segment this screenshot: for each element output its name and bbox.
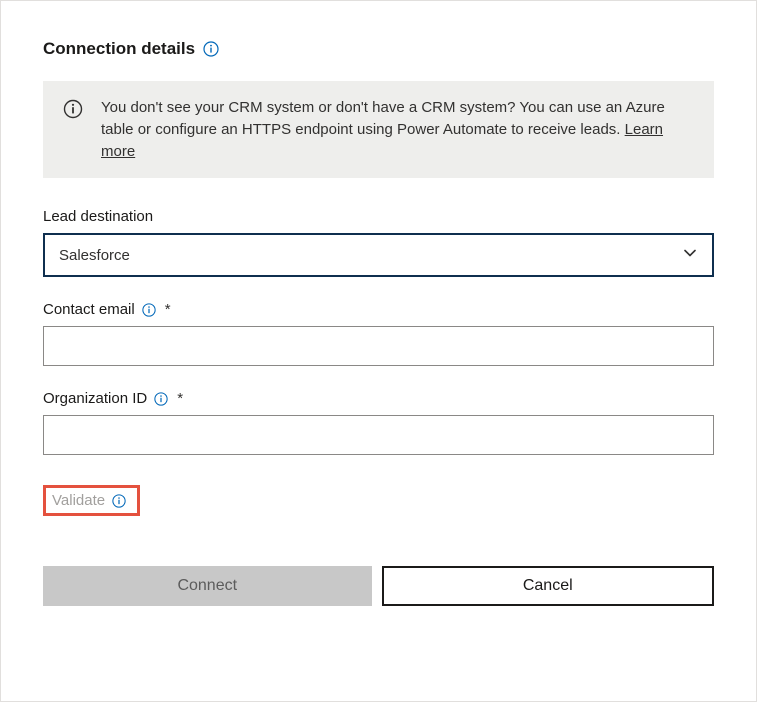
organization-id-input[interactable] bbox=[43, 415, 714, 455]
contact-email-field: Contact email * bbox=[43, 301, 714, 366]
connection-details-panel: Connection details You don't see your CR… bbox=[0, 0, 757, 702]
organization-id-label: Organization ID * bbox=[43, 390, 714, 407]
banner-text: You don't see your CRM system or don't h… bbox=[101, 97, 694, 162]
cancel-button[interactable]: Cancel bbox=[382, 566, 715, 606]
required-mark: * bbox=[165, 301, 171, 318]
validate-link[interactable]: Validate bbox=[52, 492, 105, 509]
heading-row: Connection details bbox=[43, 39, 714, 59]
info-icon[interactable] bbox=[203, 41, 219, 57]
lead-destination-field: Lead destination Salesforce bbox=[43, 208, 714, 277]
info-icon[interactable] bbox=[153, 391, 169, 407]
organization-id-field: Organization ID * bbox=[43, 390, 714, 455]
contact-email-input[interactable] bbox=[43, 326, 714, 366]
contact-email-label-text: Contact email bbox=[43, 301, 135, 318]
button-row: Connect Cancel bbox=[43, 566, 714, 606]
lead-destination-label-text: Lead destination bbox=[43, 208, 153, 225]
info-icon bbox=[63, 99, 83, 119]
info-banner: You don't see your CRM system or don't h… bbox=[43, 81, 714, 178]
chevron-down-icon bbox=[682, 245, 698, 265]
lead-destination-select[interactable]: Salesforce bbox=[43, 233, 714, 277]
info-icon[interactable] bbox=[111, 493, 127, 509]
lead-destination-label: Lead destination bbox=[43, 208, 714, 225]
banner-message: You don't see your CRM system or don't h… bbox=[101, 99, 665, 138]
panel-heading: Connection details bbox=[43, 39, 195, 59]
info-icon[interactable] bbox=[141, 302, 157, 318]
contact-email-label: Contact email * bbox=[43, 301, 714, 318]
validate-highlight: Validate bbox=[43, 485, 140, 516]
required-mark: * bbox=[177, 390, 183, 407]
lead-destination-value: Salesforce bbox=[59, 247, 130, 264]
connect-button[interactable]: Connect bbox=[43, 566, 372, 606]
organization-id-label-text: Organization ID bbox=[43, 390, 147, 407]
